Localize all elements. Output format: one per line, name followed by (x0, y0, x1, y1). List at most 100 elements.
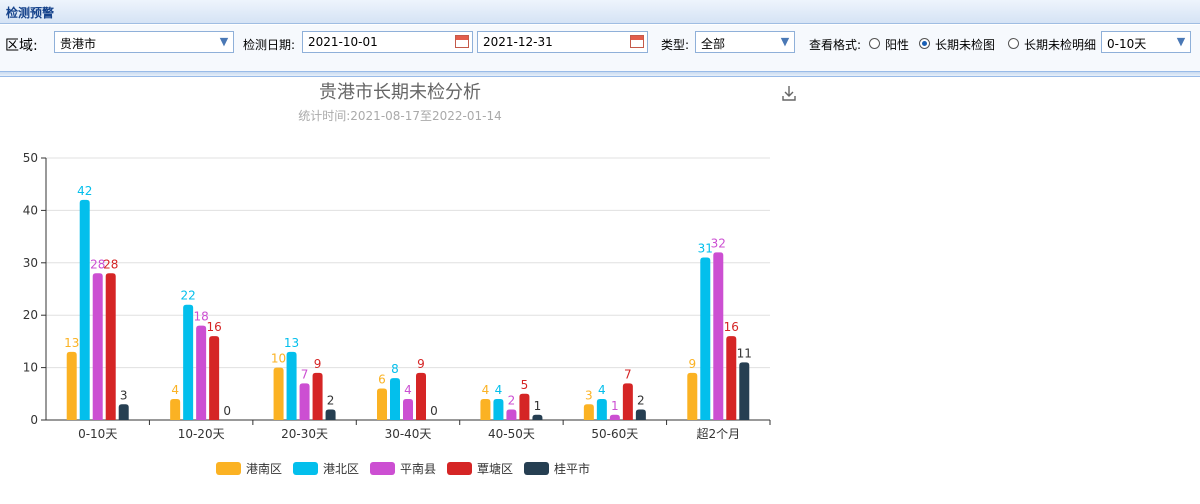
y-tick-label: 20 (23, 308, 38, 322)
legend-swatch (524, 462, 549, 475)
bar (506, 409, 517, 420)
chevron-down-icon[interactable]: ▼ (1172, 32, 1190, 52)
chevron-down-icon[interactable]: ▼ (776, 32, 794, 52)
bar (66, 351, 77, 420)
data-label: 10 (271, 352, 286, 366)
bar (622, 383, 633, 420)
end-date-value: 2021-12-31 (483, 35, 553, 49)
radio-positive-label: 阳性 (885, 38, 910, 52)
range-select[interactable]: 0-10天 ▼ (1101, 31, 1191, 53)
data-label: 8 (391, 362, 399, 376)
data-label: 1 (534, 399, 542, 413)
calendar-icon[interactable] (630, 35, 644, 48)
data-label: 4 (598, 383, 606, 397)
calendar-icon[interactable] (455, 35, 469, 48)
bar (105, 273, 116, 420)
bar (583, 404, 594, 420)
start-date-field[interactable]: 2021-10-01 (302, 31, 473, 53)
bar (635, 409, 646, 420)
y-tick-label: 0 (30, 413, 38, 427)
chart-subtitle: 统计时间:2021-08-17至2022-01-14 (298, 109, 502, 123)
radio-long-unchecked-chart-label: 长期未检图 (935, 38, 996, 52)
bar (312, 372, 323, 420)
data-label: 1 (611, 399, 619, 413)
radio-positive[interactable] (869, 38, 880, 49)
bar (700, 257, 711, 420)
type-select[interactable]: 全部 ▼ (695, 31, 795, 53)
bar (739, 362, 750, 420)
data-label: 0 (223, 404, 231, 418)
data-label: 0 (430, 404, 438, 418)
data-label: 6 (378, 373, 386, 387)
data-label: 4 (495, 383, 503, 397)
data-label: 4 (171, 383, 179, 397)
data-label: 9 (688, 357, 696, 371)
data-label: 13 (284, 336, 299, 350)
data-label: 4 (404, 383, 412, 397)
bar (79, 199, 90, 420)
legend-swatch (216, 462, 241, 475)
y-tick-label: 40 (23, 203, 38, 217)
data-label: 7 (624, 367, 632, 381)
x-tick-label: 50-60天 (591, 427, 638, 441)
radio-long-unchecked-detail[interactable] (1008, 38, 1019, 49)
bar (532, 414, 543, 420)
bar (299, 383, 310, 420)
type-label: 类型: (661, 38, 690, 52)
bar (519, 393, 530, 420)
view-format-label: 查看格式: (809, 38, 862, 52)
data-label: 4 (482, 383, 490, 397)
bar (493, 399, 504, 420)
start-date-value: 2021-10-01 (308, 35, 378, 49)
legend-label: 桂平市 (554, 461, 590, 476)
legend-label: 平南县 (400, 461, 436, 476)
data-label: 13 (64, 336, 79, 350)
chevron-down-icon[interactable]: ▼ (215, 32, 233, 52)
end-date-field[interactable]: 2021-12-31 (477, 31, 648, 53)
radio-long-unchecked-chart[interactable] (919, 38, 930, 49)
x-tick-label: 超2个月 (696, 426, 740, 441)
bar (209, 336, 220, 420)
data-label: 3 (120, 388, 128, 402)
bar-chart: 贵港市长期未检分析统计时间:2021-08-17至2022-01-1401020… (23, 82, 771, 476)
data-label: 2 (637, 394, 645, 408)
bar (390, 378, 400, 420)
range-value: 0-10天 (1107, 37, 1147, 51)
radio-long-unchecked-detail-label: 长期未检明细 (1024, 38, 1097, 52)
x-tick-label: 10-20天 (178, 427, 225, 441)
x-tick-label: 30-40天 (385, 427, 432, 441)
y-tick-label: 10 (23, 361, 38, 375)
data-label: 11 (737, 346, 752, 360)
data-label: 9 (314, 357, 322, 371)
legend-label: 港南区 (246, 461, 282, 476)
toolbar-separator (0, 71, 1200, 77)
bar (183, 304, 194, 420)
data-label: 2 (327, 394, 335, 408)
x-tick-label: 40-50天 (488, 427, 535, 441)
bar (92, 273, 103, 420)
data-label: 16 (207, 320, 222, 334)
bar (596, 399, 607, 420)
data-label: 2 (508, 394, 516, 408)
bar (713, 252, 724, 420)
bar (403, 399, 413, 420)
bar (118, 404, 129, 420)
data-label: 3 (585, 388, 593, 402)
window-title: 检测预警 (6, 6, 55, 20)
bar (286, 351, 297, 420)
legend-swatch (447, 462, 472, 475)
bar (726, 336, 737, 420)
bar (609, 414, 620, 420)
bar (325, 409, 336, 420)
legend-label: 覃塘区 (477, 461, 513, 476)
bar (273, 367, 284, 420)
x-tick-label: 0-10天 (78, 427, 117, 441)
filter-toolbar: 区域: 贵港市 ▼ 检测日期: 2021-10-01 2021-12-31 类型… (0, 25, 1200, 71)
data-label: 32 (711, 236, 726, 250)
data-label: 22 (181, 289, 196, 303)
legend-swatch (293, 462, 318, 475)
data-label: 9 (417, 357, 425, 371)
data-label: 5 (521, 378, 529, 392)
region-select[interactable]: 贵港市 ▼ (54, 31, 234, 53)
data-label: 16 (724, 320, 739, 334)
